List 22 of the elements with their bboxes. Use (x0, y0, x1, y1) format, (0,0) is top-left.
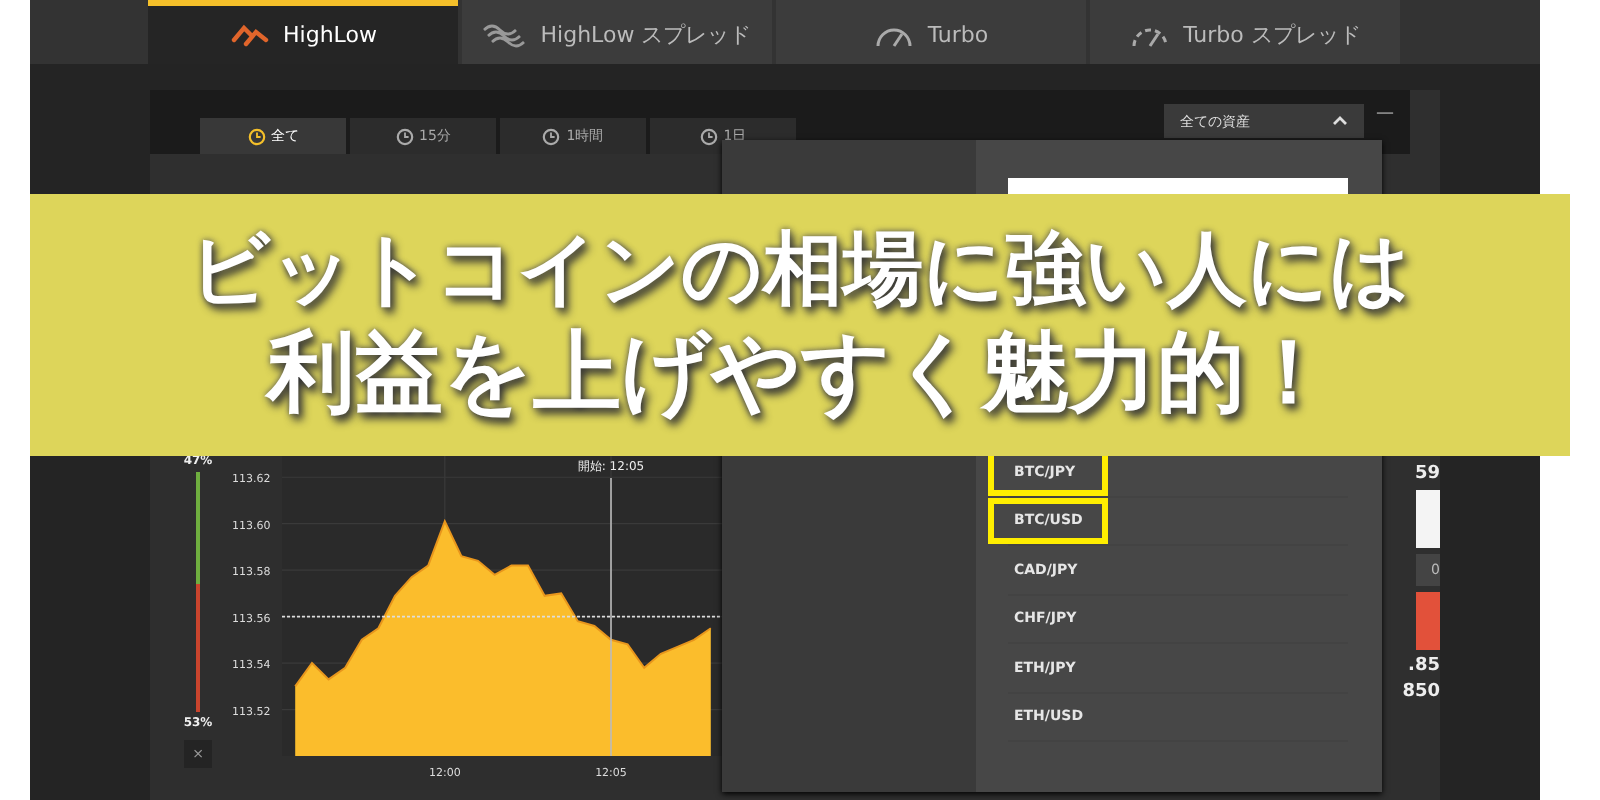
trade-value: .85 (1408, 656, 1440, 676)
waves-icon (482, 21, 527, 49)
product-tab[interactable]: HighLow (148, 0, 458, 64)
clock-icon (395, 127, 414, 145)
clock-icon (247, 127, 265, 145)
search-field[interactable] (1008, 178, 1348, 194)
banner-headline: ビットコインの相場に強い人には (189, 226, 1411, 315)
trade-button[interactable] (1416, 490, 1440, 548)
minimize-button[interactable]: — (1376, 104, 1394, 124)
trade-value: 59 (1414, 464, 1440, 484)
trade-button[interactable] (1416, 592, 1440, 650)
product-tab[interactable]: HighLow スプレッド (462, 0, 772, 64)
chevron-icon (1332, 116, 1348, 126)
gauge-icon (873, 23, 914, 47)
gauge-icon (1129, 23, 1170, 47)
product-tab[interactable]: Turbo スプレッド (1090, 0, 1400, 64)
trade-value: 850 (1402, 682, 1440, 702)
banner-headline: 利益を上げやすく魅力的！ (267, 326, 1333, 424)
logo-icon (229, 21, 270, 49)
clock-icon (542, 127, 561, 145)
clock-icon (699, 127, 718, 145)
product-tab[interactable]: Turbo (776, 0, 1086, 64)
